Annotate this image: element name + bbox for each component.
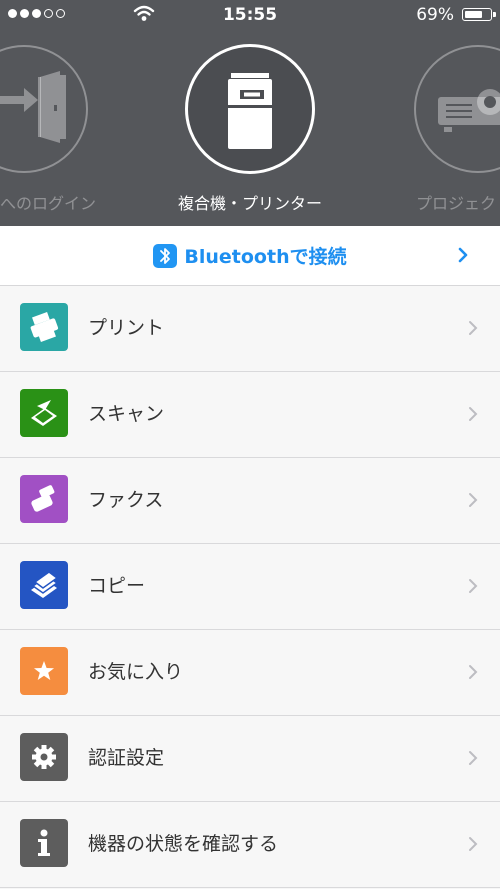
fax-tile xyxy=(20,475,68,523)
chevron-right-icon xyxy=(469,579,478,593)
chevron-right-icon xyxy=(469,493,478,507)
chevron-right-icon xyxy=(458,247,468,263)
carousel-item-projector[interactable] xyxy=(414,45,500,173)
scan-tile xyxy=(20,389,68,437)
function-menu-list: プリント スキャン ファクス コピー お気に入り 認証設定 機器の状態を確認する xyxy=(0,286,500,888)
carousel-label-projector: プロジェク xyxy=(416,194,497,213)
menu-item-label: ファクス xyxy=(88,489,164,511)
bluetooth-connect-label: Bluetoothで接続 xyxy=(184,246,347,268)
menu-item-scan[interactable]: スキャン xyxy=(0,372,500,458)
projector-icon xyxy=(438,89,500,132)
authentication-settings-tile xyxy=(20,733,68,781)
copy-tile xyxy=(20,561,68,609)
favorites-tile xyxy=(20,647,68,695)
menu-item-label: 機器の状態を確認する xyxy=(88,833,279,855)
star-icon xyxy=(34,661,54,680)
menu-item-label: コピー xyxy=(88,575,146,597)
menu-item-label: スキャン xyxy=(88,403,165,425)
battery-percentage: 69% xyxy=(416,5,454,25)
battery-icon xyxy=(462,8,496,21)
menu-item-authentication-settings[interactable]: 認証設定 xyxy=(0,716,500,802)
chevron-right-icon xyxy=(469,407,478,421)
chevron-right-icon xyxy=(469,751,478,765)
info-icon xyxy=(38,829,50,856)
device-status-tile xyxy=(20,819,68,867)
copy-icon xyxy=(31,571,59,598)
fax-icon xyxy=(31,485,55,512)
login-door-icon xyxy=(0,71,66,143)
bluetooth-icon xyxy=(153,243,178,268)
carousel-item-multifunction-printer[interactable] xyxy=(185,44,315,174)
menu-item-copy[interactable]: コピー xyxy=(0,544,500,630)
menu-item-favorites[interactable]: お気に入り xyxy=(0,630,500,716)
menu-item-label: プリント xyxy=(88,317,165,339)
chevron-right-icon xyxy=(469,321,478,335)
carousel-item-login[interactable] xyxy=(0,45,88,173)
chevron-right-icon xyxy=(469,837,478,851)
multifunction-printer-icon xyxy=(228,73,272,149)
printer-icon xyxy=(30,312,59,342)
app-screen: 15:55 69% へのログイン 複合機・プリンター プロジェク Bluetoo… xyxy=(0,0,500,889)
menu-item-print[interactable]: プリント xyxy=(0,286,500,372)
gear-icon xyxy=(32,745,56,769)
menu-item-label: 認証設定 xyxy=(88,747,165,769)
menu-item-device-status[interactable]: 機器の状態を確認する xyxy=(0,802,500,888)
menu-item-fax[interactable]: ファクス xyxy=(0,458,500,544)
scanner-icon xyxy=(31,400,57,426)
menu-item-label: お気に入り xyxy=(88,661,184,683)
print-tile xyxy=(20,303,68,351)
bluetooth-connect-button[interactable]: Bluetoothで接続 xyxy=(0,226,500,286)
status-bar: 15:55 69% xyxy=(0,0,500,30)
device-carousel-header: 15:55 69% へのログイン 複合機・プリンター プロジェク xyxy=(0,0,500,226)
chevron-right-icon xyxy=(469,665,478,679)
